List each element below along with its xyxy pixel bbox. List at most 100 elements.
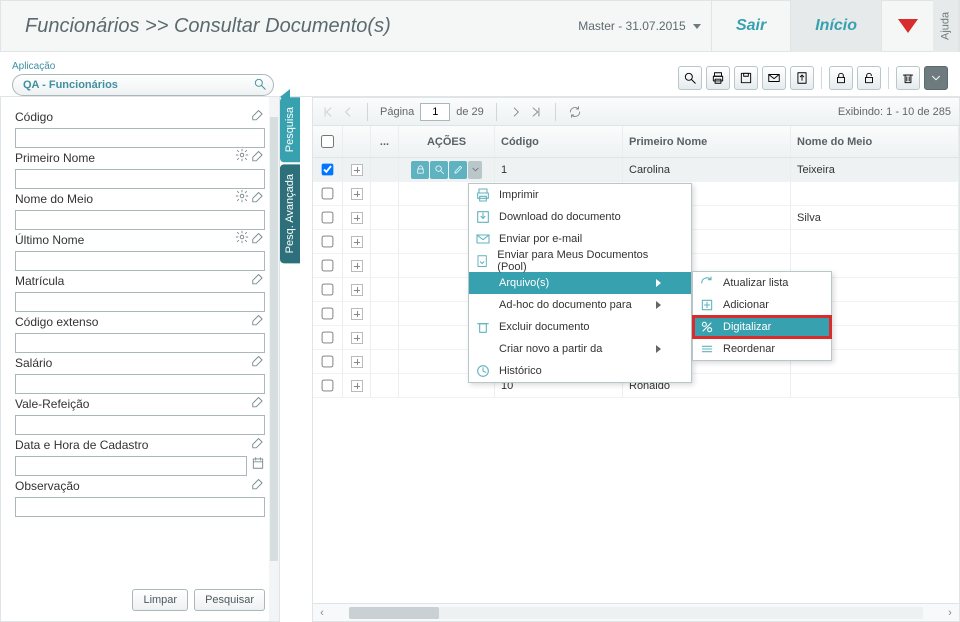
tab-pesquisa[interactable]: Pesquisa — [280, 97, 300, 162]
expand-icon[interactable] — [351, 188, 363, 200]
expand-icon[interactable] — [351, 380, 363, 392]
field-input[interactable] — [15, 169, 265, 189]
ctx-download[interactable]: Download do documento — [469, 206, 691, 228]
first-page-icon[interactable] — [321, 105, 335, 119]
row-checkbox[interactable] — [322, 332, 334, 344]
search-field: Observação — [15, 476, 265, 517]
erase-icon[interactable] — [251, 148, 265, 167]
sub-add[interactable]: Adicionar — [693, 294, 831, 316]
scroll-right-icon[interactable]: › — [941, 607, 959, 619]
erase-icon[interactable] — [251, 230, 265, 249]
toolbar-search-button[interactable] — [678, 66, 702, 90]
help-tab[interactable]: Ajuda — [933, 0, 959, 52]
row-checkbox[interactable] — [322, 212, 334, 224]
calendar-icon[interactable] — [251, 456, 265, 475]
field-input[interactable] — [15, 456, 247, 476]
h-scrollbar[interactable]: ‹ › — [313, 603, 959, 621]
field-input[interactable] — [15, 210, 265, 230]
erase-icon[interactable] — [251, 107, 265, 126]
erase-icon[interactable] — [251, 271, 265, 290]
row-checkbox[interactable] — [322, 284, 334, 296]
erase-icon[interactable] — [251, 353, 265, 372]
ctx-delete[interactable]: Excluir documento — [469, 316, 691, 338]
col-primeiro-nome[interactable]: Primeiro Nome — [623, 126, 791, 157]
field-input[interactable] — [15, 415, 265, 435]
expand-icon[interactable] — [351, 212, 363, 224]
row-checkbox[interactable] — [322, 188, 334, 200]
erase-icon[interactable] — [251, 435, 265, 454]
tab-pesquisa-avancada[interactable]: Pesq. Avançada — [280, 164, 300, 263]
next-page-icon[interactable] — [509, 105, 523, 119]
toolbar-lock-button[interactable] — [829, 66, 853, 90]
col-nome-meio[interactable]: Nome do Meio — [791, 126, 959, 157]
toolbar-save-button[interactable] — [734, 66, 758, 90]
erase-icon[interactable] — [251, 476, 265, 495]
logout-button[interactable]: Sair — [711, 0, 790, 52]
row-lock-icon[interactable] — [411, 161, 429, 179]
field-input[interactable] — [15, 251, 265, 271]
search-button[interactable]: Pesquisar — [194, 589, 265, 611]
files-icon — [475, 275, 491, 291]
row-checkbox[interactable] — [322, 308, 334, 320]
field-input[interactable] — [15, 374, 265, 394]
ctx-email[interactable]: Enviar por e-mail — [469, 228, 691, 250]
home-button[interactable]: Início — [790, 0, 881, 52]
col-codigo[interactable]: Código — [495, 126, 623, 157]
erase-icon[interactable] — [251, 394, 265, 413]
gear-icon[interactable] — [235, 230, 249, 249]
page-input[interactable] — [420, 103, 450, 121]
toolbar-mail-button[interactable] — [762, 66, 786, 90]
ctx-files[interactable]: Arquivo(s) — [469, 272, 691, 294]
row-search-icon[interactable] — [430, 161, 448, 179]
sub-refresh[interactable]: Atualizar lista — [693, 272, 831, 294]
ctx-print[interactable]: Imprimir — [469, 184, 691, 206]
sub-scan[interactable]: Digitalizar — [693, 316, 831, 338]
row-checkbox[interactable] — [322, 380, 334, 392]
expand-icon[interactable] — [351, 260, 363, 272]
toolbar-delete-button[interactable] — [896, 66, 920, 90]
row-checkbox[interactable] — [322, 260, 334, 272]
last-page-icon[interactable] — [529, 105, 543, 119]
field-input[interactable] — [15, 497, 265, 517]
row-edit-icon[interactable] — [449, 161, 467, 179]
user-menu[interactable]: Master - 31.07.2015 — [578, 19, 701, 33]
toolbar-print-button[interactable] — [706, 66, 730, 90]
app-selector[interactable]: QA - Funcionários — [12, 74, 274, 96]
alert-button[interactable] — [881, 0, 933, 52]
toolbar-unlock-button[interactable] — [857, 66, 881, 90]
gear-icon[interactable] — [235, 189, 249, 208]
row-checkbox[interactable] — [322, 164, 334, 176]
scroll-left-icon[interactable]: ‹ — [313, 607, 331, 619]
ctx-newfrom[interactable]: Criar novo a partir da — [469, 338, 691, 360]
table-row[interactable]: 1CarolinaTeixeira — [313, 158, 959, 182]
expand-icon[interactable] — [351, 284, 363, 296]
ctx-history[interactable]: Histórico — [469, 360, 691, 382]
ctx-pool[interactable]: Enviar para Meus Documentos (Pool) — [469, 250, 691, 272]
toolbar-more-button[interactable] — [924, 66, 948, 90]
prev-page-icon[interactable] — [341, 105, 355, 119]
row-checkbox[interactable] — [322, 236, 334, 248]
expand-icon[interactable] — [351, 236, 363, 248]
expand-icon[interactable] — [351, 356, 363, 368]
row-more-icon[interactable] — [468, 161, 482, 179]
row-checkbox[interactable] — [322, 356, 334, 368]
gear-icon[interactable] — [235, 148, 249, 167]
select-all-checkbox[interactable] — [321, 135, 334, 148]
toolbar-export-button[interactable] — [790, 66, 814, 90]
field-input[interactable] — [15, 292, 265, 312]
expand-icon[interactable] — [351, 332, 363, 344]
field-label: Código — [15, 110, 251, 124]
col-acoes[interactable]: AÇÕES — [399, 126, 495, 157]
col-more[interactable]: ... — [371, 126, 399, 157]
ctx-adhoc[interactable]: Ad-hoc do documento para — [469, 294, 691, 316]
refresh-icon[interactable] — [568, 105, 582, 119]
field-input[interactable] — [15, 333, 265, 353]
scrollbar[interactable] — [269, 97, 279, 621]
expand-icon[interactable] — [351, 308, 363, 320]
erase-icon[interactable] — [251, 189, 265, 208]
expand-icon[interactable] — [351, 164, 363, 176]
sub-reorder[interactable]: Reordenar — [693, 338, 831, 360]
field-input[interactable] — [15, 128, 265, 148]
erase-icon[interactable] — [251, 312, 265, 331]
clear-button[interactable]: Limpar — [132, 589, 188, 611]
